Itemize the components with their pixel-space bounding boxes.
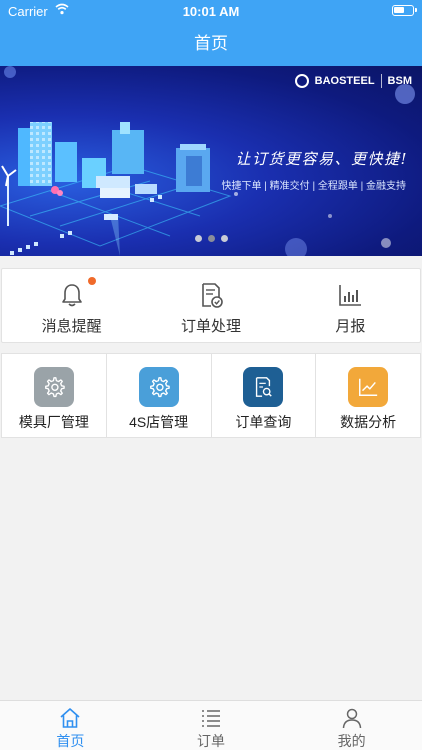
brand-divider [380, 74, 382, 88]
tab-bar: 首页 订单 我的 [0, 700, 422, 750]
gear-icon [44, 377, 65, 398]
module-label: 数据分析 [340, 414, 397, 430]
module-order-query[interactable]: 订单查询 [212, 354, 317, 437]
promo-banner[interactable]: BAOSTEEL BSM 让订货更容易、更快捷! 快捷下单 | 精准交付 | 全… [0, 66, 422, 256]
quick-action-monthly-report[interactable]: 月报 [281, 269, 420, 342]
module-mold-factory[interactable]: 模具厂管理 [2, 354, 107, 437]
gear-icon [149, 377, 170, 398]
carousel-indicator[interactable] [195, 235, 228, 242]
quick-action-orders[interactable]: 订单处理 [141, 269, 280, 342]
module-4s-store[interactable]: 4S店管理 [107, 354, 212, 437]
module-tile [33, 367, 74, 407]
bell-icon [61, 284, 82, 307]
page-title: 首页 [194, 34, 228, 53]
notification-badge [88, 277, 96, 285]
clock: 10:01 AM [182, 4, 240, 19]
baosteel-logo-icon [294, 74, 309, 88]
module-label: 4S店管理 [129, 414, 189, 430]
list-icon [202, 710, 220, 727]
home-icon [60, 708, 80, 728]
module-label: 模具厂管理 [18, 414, 89, 430]
quick-actions: 消息提醒 订单处理 月报 [1, 268, 421, 343]
order-check-icon [202, 283, 223, 308]
module-label: 订单查询 [235, 414, 292, 430]
tab-label: 我的 [337, 733, 366, 749]
tab-label: 订单 [197, 733, 225, 749]
status-bar: Carrier 10:01 AM [0, 0, 422, 22]
quick-action-label: 消息提醒 [41, 318, 102, 335]
bar-chart-icon [339, 285, 362, 306]
brand-sub: BSM [387, 75, 412, 87]
tab-label: 首页 [56, 733, 85, 749]
brand-name: BAOSTEEL [314, 75, 375, 87]
module-data-analysis[interactable]: 数据分析 [316, 354, 420, 437]
quick-action-label: 订单处理 [180, 318, 241, 335]
doc-search-icon [256, 377, 273, 397]
user-icon [342, 708, 361, 729]
battery-icon [392, 5, 417, 16]
banner-tags: 快捷下单 | 精准交付 | 全程跟单 | 金融支持 [221, 181, 406, 192]
tab-orders[interactable]: 订单 [141, 701, 282, 750]
banner-slogan: 让订货更容易、更快捷! [235, 150, 408, 168]
line-chart-icon [359, 378, 378, 396]
module-tile [138, 367, 179, 407]
banner-brand: BAOSTEEL BSM [294, 74, 412, 88]
tab-home[interactable]: 首页 [0, 701, 141, 750]
carousel-dot-active[interactable] [208, 235, 215, 242]
quick-action-messages[interactable]: 消息提醒 [2, 269, 141, 342]
module-grid: 模具厂管理 4S店管理 订单查询 数据分析 [1, 353, 421, 438]
carousel-dot[interactable] [195, 235, 202, 242]
nav-bar: 首页 [0, 22, 422, 66]
module-tile [243, 367, 284, 407]
module-tile [348, 367, 389, 407]
carousel-dot[interactable] [221, 235, 228, 242]
tab-profile[interactable]: 我的 [281, 701, 422, 750]
quick-action-label: 月报 [335, 318, 366, 335]
